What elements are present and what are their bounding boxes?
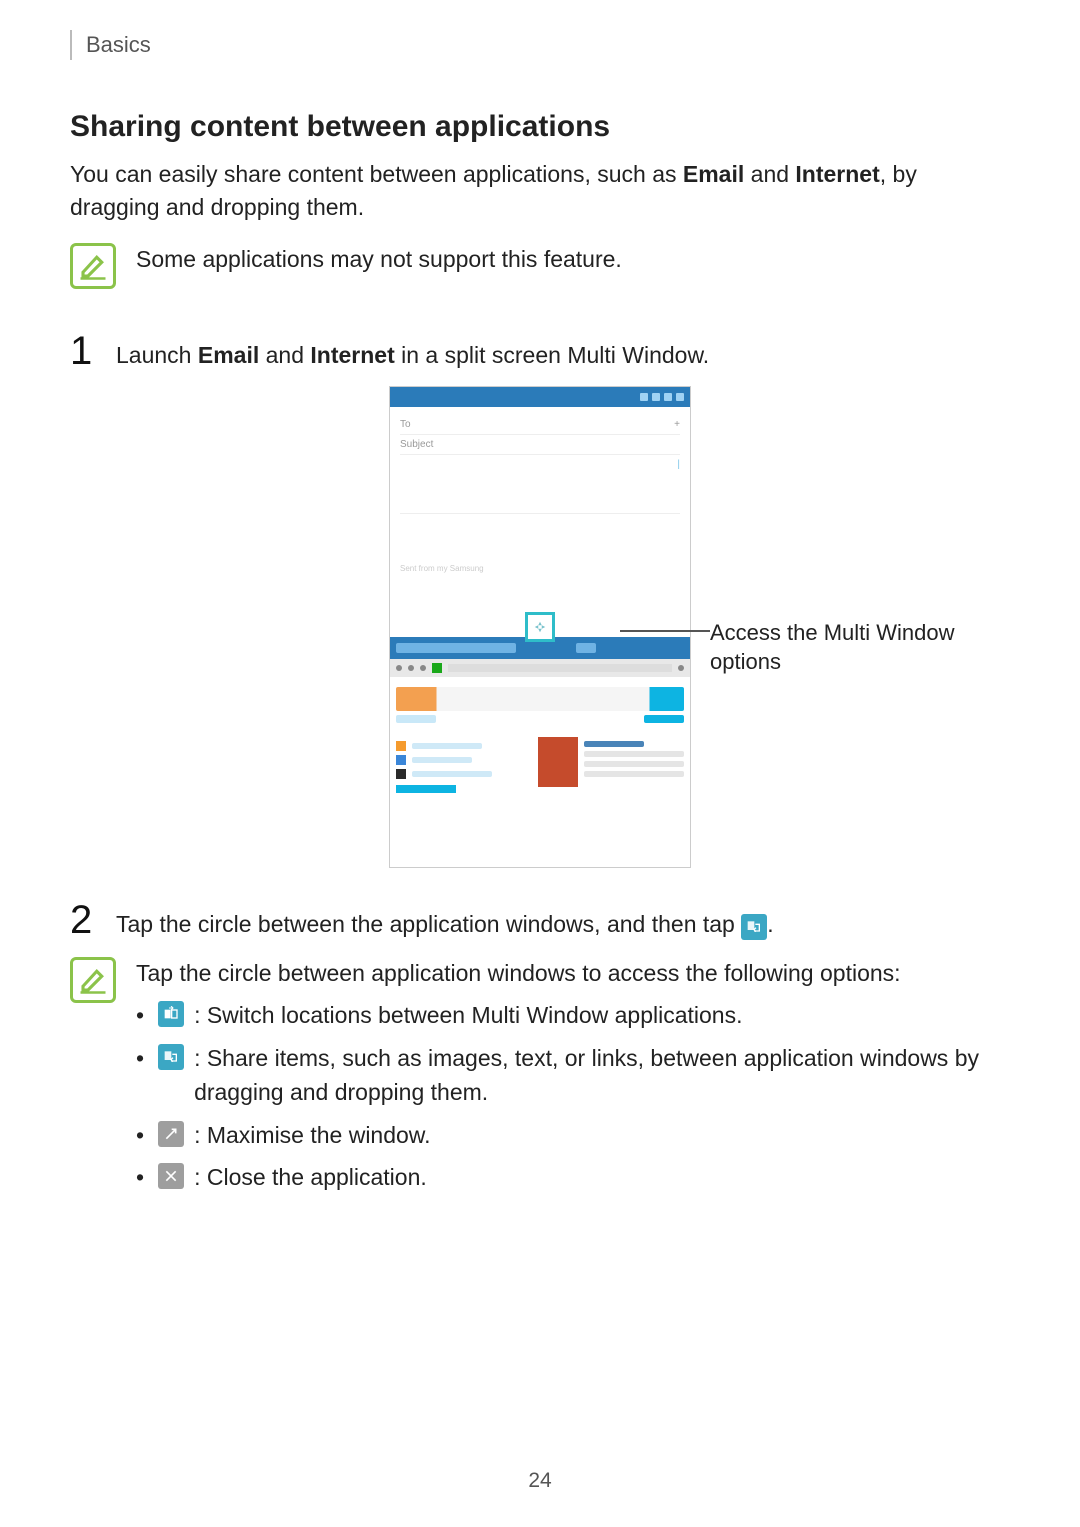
app-name-internet: Internet xyxy=(795,161,879,187)
page-number: 24 xyxy=(0,1469,1080,1493)
step-1: 1 Launch Email and Internet in a split s… xyxy=(70,329,1010,374)
browser-area xyxy=(390,637,690,867)
share-drag-icon xyxy=(158,1044,184,1070)
browser-content xyxy=(390,677,690,799)
email-compose-area: To+ Subject | Sent from my Samsung xyxy=(390,407,690,581)
figure: To+ Subject | Sent from my Samsung xyxy=(70,386,1010,868)
section-label: Basics xyxy=(86,32,151,57)
step-2: 2 Tap the circle between the application… xyxy=(70,898,1010,943)
note-icon xyxy=(70,243,116,289)
option-share: : Share items, such as images, text, or … xyxy=(136,1041,1010,1110)
close-icon xyxy=(158,1163,184,1189)
note-block: Some applications may not support this f… xyxy=(70,243,1010,289)
step-number: 1 xyxy=(70,329,98,374)
note-content: Tap the circle between application windo… xyxy=(136,957,1010,1203)
text: . xyxy=(767,911,773,937)
intro-paragraph: You can easily share content between app… xyxy=(70,158,1010,225)
options-lead: Tap the circle between application windo… xyxy=(136,957,1010,990)
text: : Share items, such as images, text, or … xyxy=(194,1041,1010,1110)
option-switch: : Switch locations between Multi Window … xyxy=(136,998,1010,1033)
text: in a split screen Multi Window. xyxy=(395,342,709,368)
note-icon xyxy=(70,957,116,1003)
breadcrumb: Basics xyxy=(70,30,1010,60)
text: : Maximise the window. xyxy=(194,1118,430,1153)
figure-callout: Access the Multi Window options xyxy=(710,618,1010,677)
switch-windows-icon xyxy=(158,1001,184,1027)
note-text: Some applications may not support this f… xyxy=(136,243,1010,276)
text: Tap the circle between the application w… xyxy=(116,911,741,937)
option-maximise: : Maximise the window. xyxy=(136,1118,1010,1153)
app-name-email: Email xyxy=(198,342,259,368)
option-close: : Close the application. xyxy=(136,1160,1010,1195)
text: and xyxy=(259,342,310,368)
share-drag-icon xyxy=(741,914,767,940)
device-screenshot: To+ Subject | Sent from my Samsung xyxy=(389,386,691,868)
manual-page: Basics Sharing content between applicati… xyxy=(0,0,1080,1527)
step-text: Launch Email and Internet in a split scr… xyxy=(116,329,1010,372)
text: and xyxy=(744,161,795,187)
multiwindow-handle-icon xyxy=(525,612,555,642)
app-name-email: Email xyxy=(683,161,744,187)
step-number: 2 xyxy=(70,898,98,943)
app-name-internet: Internet xyxy=(310,342,394,368)
text: You can easily share content between app… xyxy=(70,161,683,187)
options-list: : Switch locations between Multi Window … xyxy=(136,998,1010,1195)
note-block-options: Tap the circle between application windo… xyxy=(70,957,1010,1203)
text: : Close the application. xyxy=(194,1160,427,1195)
text: Launch xyxy=(116,342,198,368)
text: : Switch locations between Multi Window … xyxy=(194,998,742,1033)
maximise-icon xyxy=(158,1121,184,1147)
page-title: Sharing content between applications xyxy=(70,110,1010,144)
step-text: Tap the circle between the application w… xyxy=(116,898,1010,941)
status-bar-top xyxy=(390,387,690,407)
browser-url-bar xyxy=(390,659,690,677)
